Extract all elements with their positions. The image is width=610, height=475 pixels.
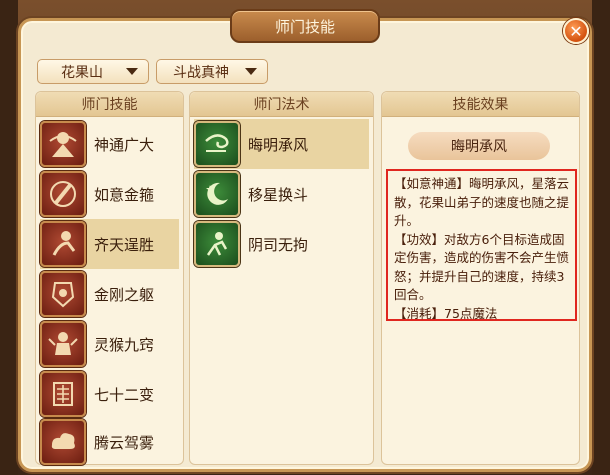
chevron-down-icon bbox=[245, 68, 257, 75]
effect-line: 【消耗】75点魔法 bbox=[394, 305, 498, 321]
skill-label: 七十二变 bbox=[94, 385, 155, 404]
spell-item[interactable]: 阴司无拘 bbox=[194, 219, 369, 269]
transform-glyph-icon bbox=[40, 371, 86, 417]
effect-line: 【功效】对敌方6个目标造成固定伤害，造成的伤害不会产生愤怒；并提升自己的速度，持… bbox=[394, 231, 570, 303]
golden-cudgel-icon bbox=[40, 171, 86, 217]
spell-label: 晦明承风 bbox=[248, 135, 309, 154]
skill-item[interactable]: 灵猴九窍 bbox=[40, 319, 179, 369]
spell-item[interactable]: 移星换斗 bbox=[194, 169, 369, 219]
spells-panel: 师门法术 晦明承风 移星换斗 阴司无拘 bbox=[189, 91, 374, 465]
spell-label: 阴司无拘 bbox=[248, 235, 309, 254]
skill-item[interactable]: 腾云驾雾 bbox=[40, 419, 179, 465]
skills-header: 师门技能 bbox=[36, 92, 183, 117]
skill-item[interactable]: 七十二变 bbox=[40, 369, 179, 419]
effects-panel: 技能效果 晦明承风 【如意神通】晦明承风，星落云散，花果山弟子的速度也随之提升。… bbox=[381, 91, 580, 465]
monkey-leap-icon bbox=[40, 221, 86, 267]
effects-header: 技能效果 bbox=[382, 92, 579, 117]
window-title: 师门技能 bbox=[230, 9, 380, 43]
sect-skill-dropdown-value: 斗战真神 bbox=[173, 64, 229, 81]
moon-star-icon bbox=[194, 171, 240, 217]
school-dropdown-value: 花果山 bbox=[61, 64, 103, 81]
chevron-down-icon bbox=[126, 68, 138, 75]
skill-item[interactable]: 金刚之躯 bbox=[40, 269, 179, 319]
skill-item-selected[interactable]: 齐天逞胜 bbox=[40, 219, 179, 269]
skill-label: 齐天逞胜 bbox=[94, 235, 155, 254]
skill-label: 金刚之躯 bbox=[94, 285, 155, 304]
skills-panel: 师门技能 神通广大 如意金箍 齐天逞胜 金刚之躯 灵猴九窍 七十二变 腾云驾雾 bbox=[35, 91, 184, 465]
skill-label: 腾云驾雾 bbox=[94, 433, 155, 452]
cloud-icon bbox=[40, 419, 86, 465]
close-icon: ✕ bbox=[569, 21, 583, 41]
spells-header: 师门法术 bbox=[190, 92, 373, 117]
school-dropdown[interactable]: 花果山 bbox=[37, 59, 149, 84]
sect-skill-dropdown[interactable]: 斗战真神 bbox=[156, 59, 268, 84]
spell-item-selected[interactable]: 晦明承风 bbox=[194, 119, 369, 169]
skill-label: 灵猴九窍 bbox=[94, 335, 155, 354]
armor-icon bbox=[40, 271, 86, 317]
skill-item[interactable]: 神通广大 bbox=[40, 119, 179, 169]
skill-label: 神通广大 bbox=[94, 135, 155, 154]
spell-label: 移星换斗 bbox=[248, 185, 309, 204]
effect-line: 【如意神通】晦明承风，星落云散，花果山弟子的速度也随之提升。 bbox=[394, 176, 570, 228]
monkey-king-icon bbox=[40, 121, 86, 167]
skill-item[interactable]: 如意金箍 bbox=[40, 169, 179, 219]
wind-swirl-icon bbox=[194, 121, 240, 167]
effect-description: 【如意神通】晦明承风，星落云散，花果山弟子的速度也随之提升。 【功效】对敌方6个… bbox=[386, 169, 577, 321]
skill-label: 如意金箍 bbox=[94, 185, 155, 204]
monkey-icon bbox=[40, 321, 86, 367]
close-button[interactable]: ✕ bbox=[563, 18, 589, 44]
spirit-figure-icon bbox=[194, 221, 240, 267]
sect-skill-dialog: 花果山 斗战真神 师门技能 神通广大 如意金箍 齐天逞胜 金刚之躯 灵猴九窍 七… bbox=[18, 18, 592, 472]
effect-title: 晦明承风 bbox=[408, 132, 550, 160]
